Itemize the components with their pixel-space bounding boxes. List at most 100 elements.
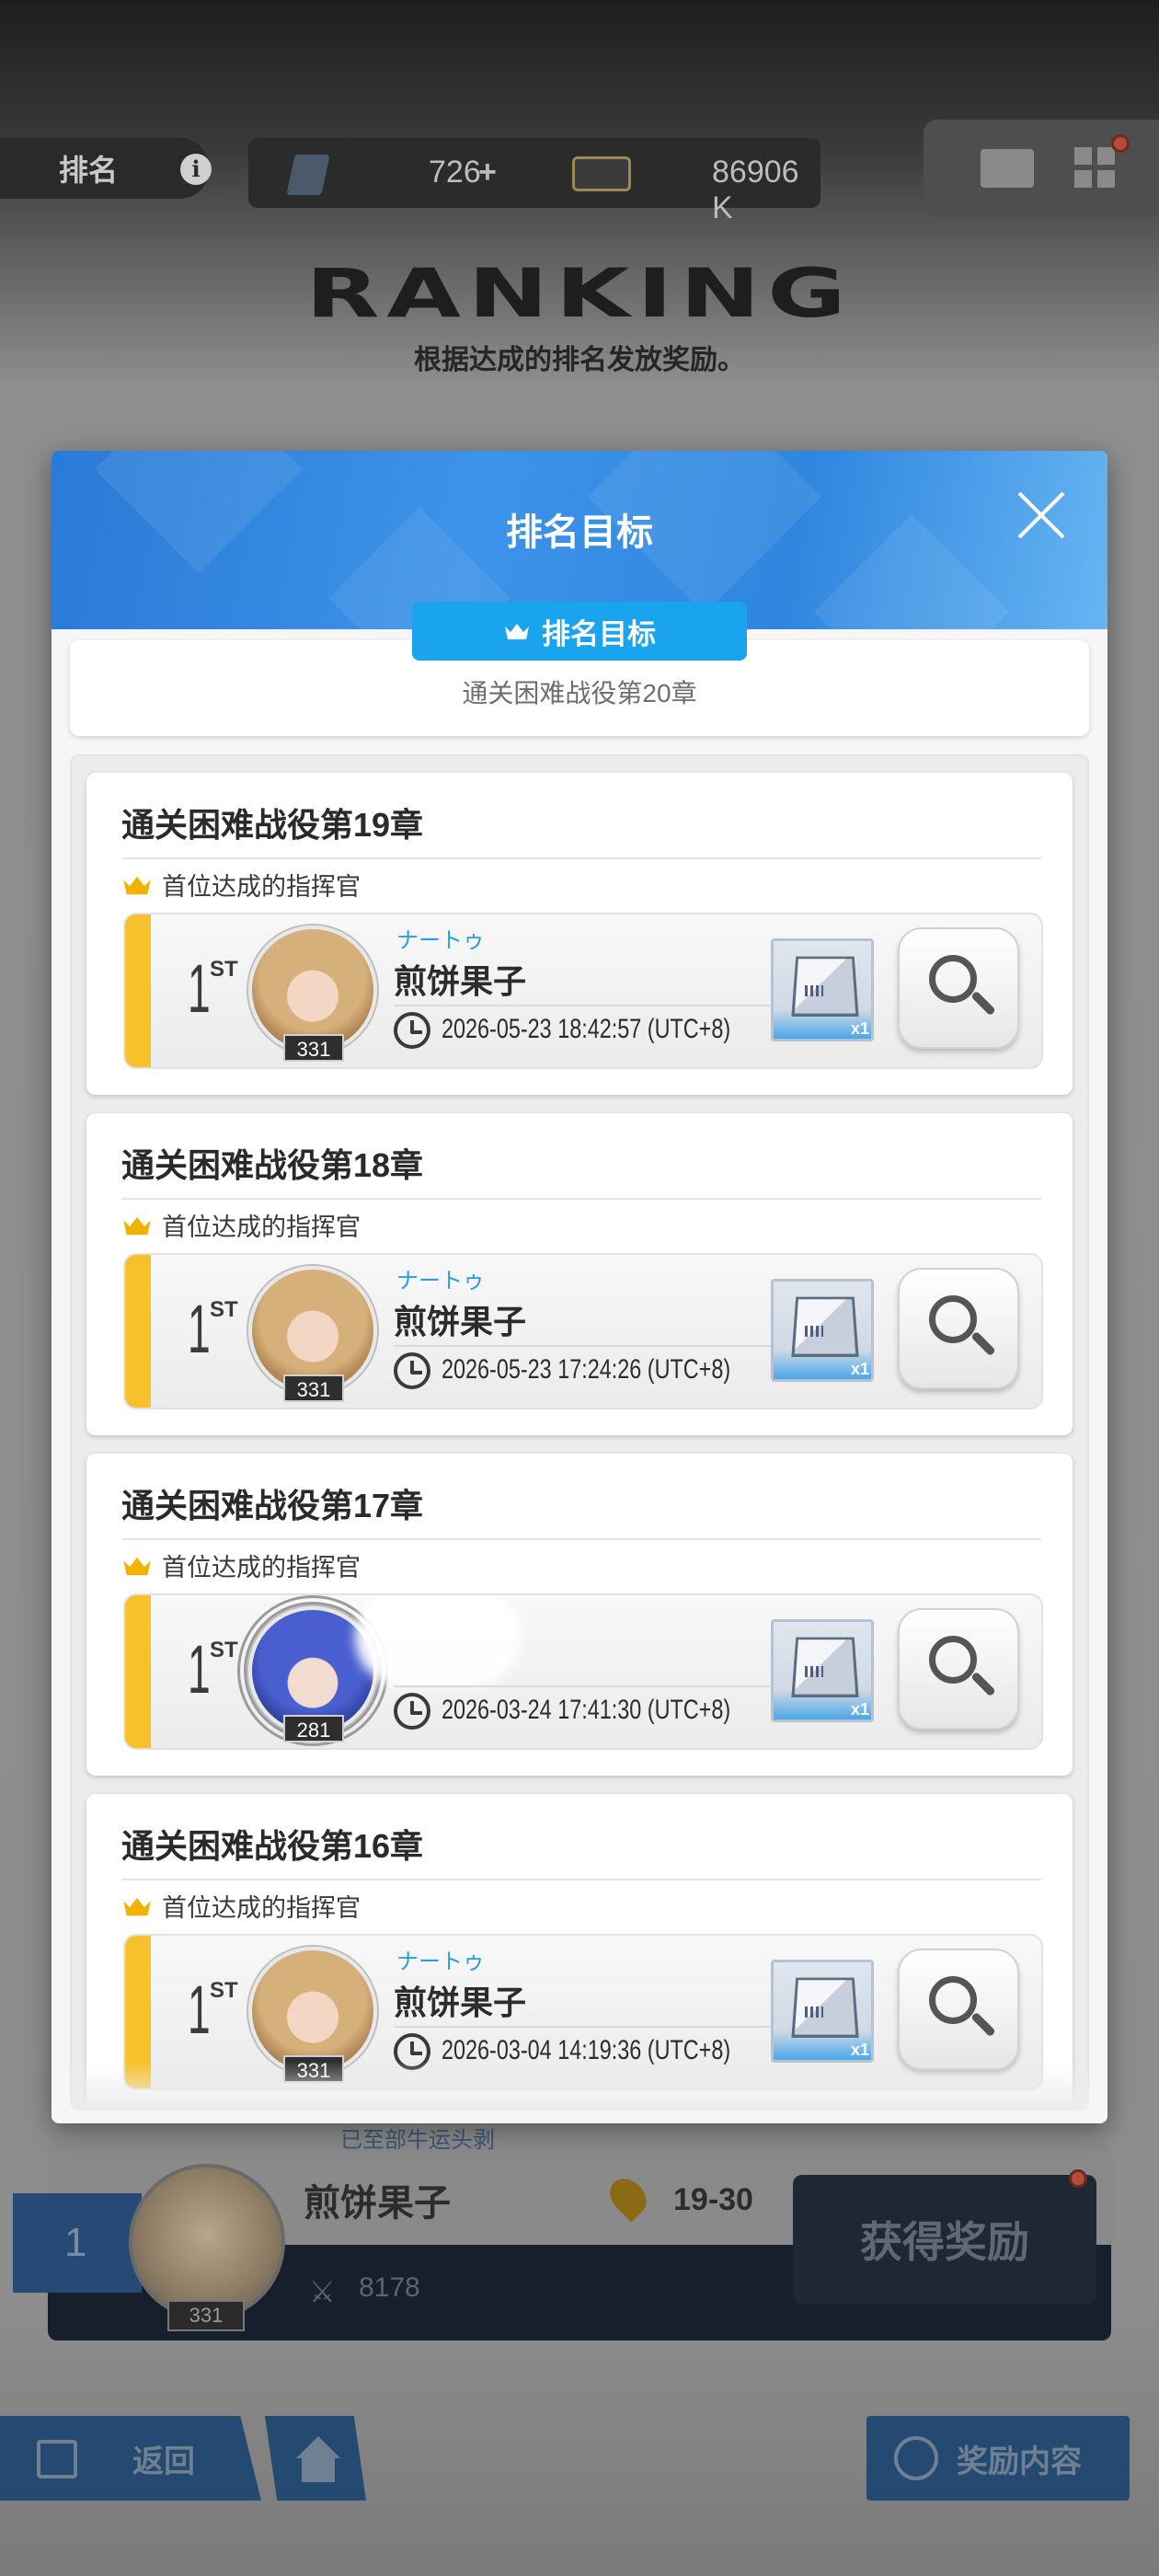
back-icon — [37, 2440, 77, 2478]
modal-title: 排名目标 — [506, 512, 653, 553]
get-reward-button[interactable]: 获得奖励 — [793, 2169, 1096, 2304]
gem-plus-button[interactable]: + — [478, 155, 497, 190]
search-button[interactable] — [898, 927, 1019, 1049]
goal-tag-label: 排名目标 — [542, 617, 656, 650]
gem-icon — [286, 155, 330, 195]
info-icon[interactable]: i — [180, 154, 212, 185]
search-icon — [929, 1976, 977, 2024]
clock-icon — [394, 1012, 430, 1049]
back-button[interactable]: 返回 — [0, 2416, 261, 2501]
scroll-fade — [70, 2061, 1089, 2110]
get-reward-label: 获得奖励 — [860, 2218, 1029, 2266]
card-title: 通关困难战役第19章 — [121, 806, 424, 844]
list-item: 通关困难战役第18章 首位达成的指挥官 1 ST 331 ナートゥ 煎饼果子 2… — [86, 1113, 1073, 1435]
credit-count: 86906 K — [712, 155, 799, 225]
achieved-time: 2026-05-23 17:24:26 (UTC+8) — [442, 1354, 731, 1385]
rank-suffix: ST — [210, 1638, 238, 1662]
rank-number: 1 — [188, 950, 211, 1027]
grid-icon[interactable] — [1074, 147, 1115, 188]
box-icon[interactable]: x1 — [771, 1279, 874, 1382]
rank-suffix: ST — [210, 957, 238, 982]
home-button[interactable] — [265, 2416, 366, 2501]
blurred-name — [355, 1595, 521, 1687]
level-tag: 331 — [283, 1374, 344, 1402]
search-button[interactable] — [898, 1608, 1019, 1730]
goal-tag: 排名目标 — [412, 602, 747, 661]
box-icon[interactable]: x1 — [771, 938, 874, 1041]
search-icon — [929, 1295, 977, 1343]
crown-icon — [503, 621, 531, 641]
list-item: 通关困难战役第17章 首位达成的指挥官 1 ST 281 2026-03-24 … — [86, 1454, 1073, 1776]
search-button[interactable] — [898, 1949, 1019, 2070]
level-tag: 281 — [283, 1715, 344, 1742]
search-icon — [929, 1636, 977, 1684]
achiever-entry: 1 ST 331 ナートゥ 煎饼果子 2026-05-23 18:42:57 (… — [123, 913, 1043, 1069]
achiever-entry: 1 ST 281 2026-03-24 17:41:30 (UTC+8) x1 — [123, 1593, 1043, 1750]
medal-icon — [894, 2436, 938, 2480]
first-achiever-label: 首位达成的指挥官 — [121, 867, 361, 903]
crown-icon — [121, 1554, 153, 1578]
achieved-time: 2026-03-24 17:41:30 (UTC+8) — [442, 1695, 731, 1725]
commander-kana: ナートゥ — [396, 1949, 485, 1974]
item-quantity: x1 — [850, 1360, 869, 1378]
ranking-tab[interactable]: 排名 — [0, 138, 210, 199]
my-range: 19-30 — [673, 2182, 753, 2217]
commander-kana: ナートゥ — [396, 1269, 485, 1294]
close-icon[interactable] — [1016, 489, 1067, 541]
achiever-entry: 1 ST 331 ナートゥ 煎饼果子 2026-05-23 17:24:26 (… — [123, 1253, 1043, 1409]
card-title: 通关困难战役第18章 — [121, 1146, 424, 1184]
notification-dot — [1069, 2169, 1087, 2188]
swords-icon: ⚔ — [309, 2275, 336, 2308]
mail-icon[interactable] — [981, 149, 1034, 188]
my-power: 8178 — [359, 2272, 420, 2303]
item-quantity: x1 — [850, 2041, 869, 2059]
ranking-tab-label: 排名 — [59, 154, 119, 187]
card-title: 通关困难战役第16章 — [121, 1827, 424, 1865]
reward-content-label: 奖励内容 — [957, 2444, 1082, 2479]
box-icon[interactable]: x1 — [771, 1960, 874, 2063]
clock-icon — [394, 1693, 430, 1730]
rank-number: 1 — [188, 1972, 211, 2048]
home-icon — [296, 2436, 340, 2458]
ranking-goal-modal: 排名目标 通关困难战役第20章 排名目标 通关困难战役第19章 首位达成的指挥官… — [52, 451, 1107, 2123]
first-achievers-list[interactable]: 通关困难战役第19章 首位达成的指挥官 1 ST 331 ナートゥ 煎饼果子 2… — [70, 754, 1089, 2110]
crown-icon — [121, 1213, 153, 1237]
first-achiever-label: 首位达成的指挥官 — [121, 1547, 361, 1583]
my-avatar — [129, 2164, 285, 2320]
first-achiever-label: 首位达成的指挥官 — [121, 1207, 361, 1243]
rank-suffix: ST — [210, 1978, 238, 2003]
rank-number: 1 — [188, 1631, 211, 1708]
box-icon[interactable]: x1 — [771, 1619, 874, 1722]
card-title: 通关困难战役第17章 — [121, 1487, 424, 1524]
achieved-time: 2026-05-23 18:42:57 (UTC+8) — [442, 1014, 731, 1044]
notification-dot — [1111, 134, 1130, 153]
item-quantity: x1 — [850, 1019, 869, 1038]
my-level: 331 — [167, 2300, 245, 2331]
clock-icon — [394, 1352, 430, 1389]
gem-count: 726 — [429, 155, 481, 190]
back-label: 返回 — [132, 2444, 195, 2479]
commander-name: 煎饼果子 — [394, 962, 527, 1000]
list-item: 通关困难战役第19章 首位达成的指挥官 1 ST 331 ナートゥ 煎饼果子 2… — [86, 773, 1073, 1095]
crown-icon — [121, 1894, 153, 1918]
crown-icon — [121, 873, 153, 897]
search-button[interactable] — [898, 1268, 1019, 1389]
rank-number: 1 — [188, 1291, 211, 1367]
my-name: 煎饼果子 — [304, 2183, 451, 2224]
commander-kana: ナートゥ — [396, 928, 485, 953]
reward-content-button[interactable]: 奖励内容 — [866, 2416, 1130, 2501]
commander-name: 煎饼果子 — [394, 1303, 527, 1340]
my-rank-number: 1 — [13, 2193, 142, 2293]
ranking-title: RANKING — [305, 254, 854, 333]
level-tag: 331 — [283, 1034, 344, 1062]
resource-bar: 726 + 86906 K — [248, 138, 820, 225]
rank-suffix: ST — [210, 1297, 238, 1322]
top-right-menu — [924, 120, 1159, 215]
ranking-subtitle: 根据达成的排名发放奖励。 — [414, 345, 745, 375]
commander-name: 煎饼果子 — [394, 1984, 527, 2021]
ticket-icon — [572, 156, 631, 191]
search-icon — [929, 955, 977, 1003]
item-quantity: x1 — [850, 1700, 869, 1719]
bottom-hint: 已至部牛运头剥 — [340, 2128, 495, 2153]
first-achiever-label: 首位达成的指挥官 — [121, 1888, 361, 1924]
